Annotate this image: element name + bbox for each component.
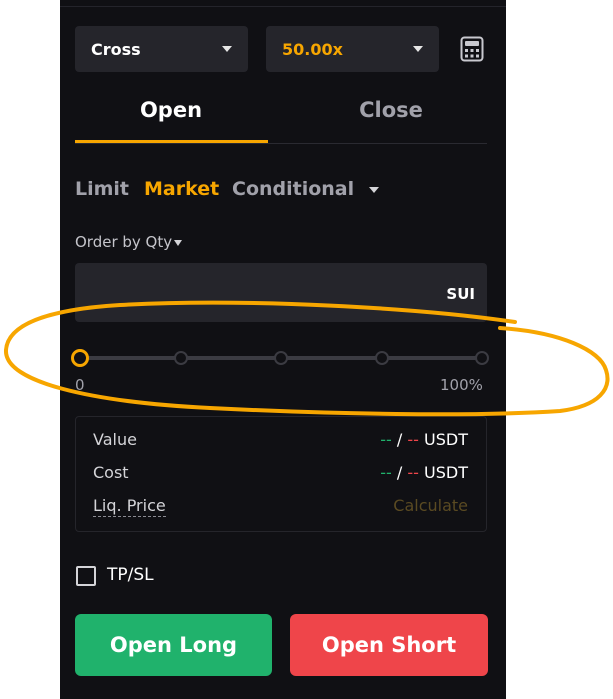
leverage-select[interactable]: 50.00x: [266, 26, 439, 72]
order-by-label: Order by Qty: [75, 233, 173, 251]
slider-step-25[interactable]: [174, 351, 188, 365]
slider-max-label: 100%: [440, 376, 483, 394]
tab-active-indicator: [75, 140, 268, 143]
tab-close[interactable]: Close: [295, 98, 487, 122]
caret-down-icon: [174, 239, 183, 246]
open-long-button[interactable]: Open Long: [75, 614, 272, 676]
calculator-icon[interactable]: [460, 36, 484, 62]
cost-amount: -- / -- USDT: [380, 463, 468, 482]
tpsl-checkbox[interactable]: [76, 566, 96, 586]
calculate-link[interactable]: Calculate: [393, 496, 468, 515]
order-type-conditional[interactable]: Conditional: [232, 178, 379, 200]
caret-down-icon: [368, 186, 379, 193]
margin-mode-select[interactable]: Cross: [75, 26, 248, 72]
order-by-selector[interactable]: Order by Qty: [75, 233, 183, 251]
slider-step-100[interactable]: [475, 351, 489, 365]
cost-currency: USDT: [424, 463, 468, 482]
cost-short-dash: --: [407, 463, 419, 482]
value-separator: /: [396, 430, 403, 449]
leverage-value: 50.00x: [282, 39, 343, 59]
margin-mode-value: Cross: [91, 39, 141, 59]
tpsl-label[interactable]: TP/SL: [107, 565, 154, 585]
cost-long-dash: --: [380, 463, 392, 482]
chevron-down-icon: [222, 46, 232, 52]
value-label: Value: [93, 430, 137, 449]
quantity-unit: SUI: [446, 285, 475, 303]
top-divider: [60, 6, 506, 7]
value-currency: USDT: [424, 430, 468, 449]
tab-open[interactable]: Open: [75, 98, 267, 122]
liq-price-label[interactable]: Liq. Price: [93, 496, 166, 517]
order-type-conditional-label: Conditional: [232, 178, 355, 200]
chevron-down-icon: [413, 46, 423, 52]
value-long-dash: --: [380, 430, 392, 449]
order-type-limit[interactable]: Limit: [75, 178, 129, 200]
slider-step-75[interactable]: [375, 351, 389, 365]
slider-min-label: 0: [75, 376, 85, 394]
cost-separator: /: [396, 463, 403, 482]
order-type-market[interactable]: Market: [144, 178, 219, 200]
value-short-dash: --: [407, 430, 419, 449]
slider-thumb[interactable]: [71, 349, 89, 367]
tab-divider: [75, 143, 487, 144]
quantity-field[interactable]: SUI: [75, 263, 487, 322]
slider-step-50[interactable]: [274, 351, 288, 365]
cost-label: Cost: [93, 463, 129, 482]
open-short-button[interactable]: Open Short: [290, 614, 488, 676]
quantity-input[interactable]: [85, 273, 429, 313]
value-amount: -- / -- USDT: [380, 430, 468, 449]
